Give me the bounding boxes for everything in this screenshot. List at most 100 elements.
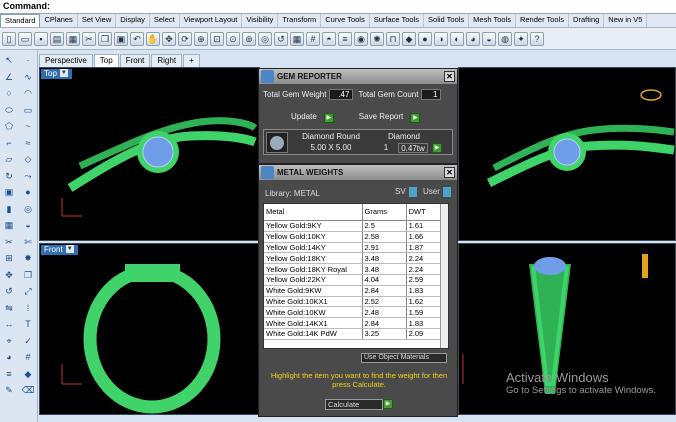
undo-icon[interactable]: ↶ (130, 31, 144, 46)
loft-icon[interactable]: ◇ (20, 152, 36, 166)
table-row[interactable]: Yellow Gold:18KY Royal 3.48 2.24 (264, 263, 443, 275)
menu-tab[interactable]: Curve Tools (321, 14, 370, 27)
move-icon[interactable]: ✥ (162, 31, 176, 46)
grid-tool-icon[interactable]: # (20, 350, 36, 364)
render-icon[interactable]: ◒ (482, 31, 496, 46)
update-arrow-icon[interactable]: ▶ (323, 113, 334, 123)
save-report-arrow-icon[interactable]: ▶ (410, 113, 421, 123)
copy-icon[interactable]: ❐ (98, 31, 112, 46)
rectangle-icon[interactable]: ▭ (20, 103, 36, 117)
close-icon[interactable]: ✕ (444, 71, 455, 82)
menu-tab[interactable]: Set View (78, 14, 117, 27)
mesh-tool-icon[interactable]: ▦ (1, 218, 17, 232)
layer-tool-icon[interactable]: ≡ (1, 367, 17, 381)
circle-icon[interactable]: ○ (1, 86, 17, 100)
revolve-icon[interactable]: ↻ (1, 169, 17, 183)
zoom-window-icon[interactable]: ⊡ (210, 31, 224, 46)
viewport-tab[interactable]: + (183, 54, 200, 67)
close-icon[interactable]: ✕ (444, 167, 455, 178)
viewport-front[interactable]: Front ▼ (39, 243, 260, 415)
viewport-tab[interactable]: Perspective (39, 54, 93, 67)
help-icon[interactable]: ? (530, 31, 544, 46)
sphere-rendered-icon[interactable]: ◑ (434, 31, 448, 46)
viewport-tab[interactable]: Front (119, 54, 151, 67)
open-folder-icon[interactable]: ▭ (18, 31, 32, 46)
fillet-curve-icon[interactable]: ⌐ (1, 136, 17, 150)
zoom-extents-icon[interactable]: ⊙ (226, 31, 240, 46)
split-icon[interactable]: ✂ (1, 235, 17, 249)
car-render-icon[interactable]: ◓ (322, 31, 336, 46)
menu-tab[interactable]: Select (150, 14, 180, 27)
text-icon[interactable]: T (20, 317, 36, 331)
arc-icon[interactable]: ◠ (20, 86, 36, 100)
undo-view-icon[interactable]: ↺ (274, 31, 288, 46)
boolean-icon[interactable]: ◒ (20, 218, 36, 232)
polygon-icon[interactable]: ⬠ (1, 119, 17, 133)
curve-icon[interactable]: ∿ (20, 70, 36, 84)
pan-hand-icon[interactable]: ✋ (146, 31, 160, 46)
update-button[interactable]: Update (287, 112, 321, 124)
gem-tool-icon[interactable]: ◆ (20, 367, 36, 381)
extrude-icon[interactable]: ▱ (1, 152, 17, 166)
explode-icon[interactable]: ✸ (20, 251, 36, 265)
table-row[interactable]: White Gold:14K PdW 3.25 2.09 (264, 328, 443, 340)
paint-icon[interactable]: ✎ (1, 383, 17, 397)
cut-tool-icon[interactable]: ⌫ (20, 383, 36, 397)
render-tool-icon[interactable]: ◕ (1, 350, 17, 364)
copy-tool-icon[interactable]: ❐ (20, 268, 36, 282)
viewport-perspective[interactable] (458, 67, 676, 241)
save-icon[interactable]: ▪ (34, 31, 48, 46)
table-row[interactable]: White Gold:10KX1 2.52 1.62 (264, 296, 443, 308)
command-line[interactable]: Command: (0, 0, 676, 14)
properties-icon[interactable]: ◉ (354, 31, 368, 46)
metal-table-scrollbar[interactable] (440, 204, 448, 348)
gem-list[interactable]: Diamond Round Diamond 5.00 X 5.00 1 0.47… (263, 129, 453, 155)
mirror-icon[interactable]: ⇋ (1, 301, 17, 315)
menu-tab[interactable]: Drafting (569, 14, 605, 27)
gem-arrow-icon[interactable]: ▶ (432, 143, 442, 153)
offset-curve-icon[interactable]: ≈ (20, 136, 36, 150)
sweep-icon[interactable]: ⤳ (20, 169, 36, 183)
viewport-tab[interactable]: Top (93, 54, 119, 67)
menu-tab[interactable]: Standard (0, 14, 41, 27)
viewport-top-label[interactable]: Top ▼ (41, 69, 72, 79)
color-icon[interactable]: ◆ (402, 31, 416, 46)
table-row[interactable]: Yellow Gold:9KY 2.5 1.61 (264, 220, 443, 232)
torus-icon[interactable]: ◎ (20, 202, 36, 216)
table-row[interactable]: Yellow Gold:22KY 4.04 2.59 (264, 274, 443, 286)
cylinder-icon[interactable]: ▮ (1, 202, 17, 216)
environment-icon[interactable]: ◍ (498, 31, 512, 46)
select-icon[interactable]: ↖ (1, 53, 17, 67)
light-bulb-icon[interactable]: ✺ (370, 31, 384, 46)
zoom-selected-icon[interactable]: ⊚ (242, 31, 256, 46)
table-row[interactable]: White Gold:14KX1 2.84 1.83 (264, 317, 443, 329)
new-file-icon[interactable]: ▯ (2, 31, 16, 46)
table-row[interactable]: White Gold:9KW 2.84 1.83 (264, 285, 443, 297)
calculate-button[interactable]: Calculate (325, 399, 383, 410)
menu-tab[interactable]: Visibility (242, 14, 279, 27)
column-header[interactable]: Metal (264, 204, 363, 221)
sphere-shaded-icon[interactable]: ● (418, 31, 432, 46)
column-header[interactable]: Grams (362, 204, 407, 221)
menu-tab[interactable]: Display (116, 14, 150, 27)
box-icon[interactable]: ▣ (1, 185, 17, 199)
polyline-icon[interactable]: ∠ (1, 70, 17, 84)
dimension-icon[interactable]: ↔ (1, 317, 17, 331)
menu-tab[interactable]: Render Tools (516, 14, 570, 27)
menu-tab[interactable]: Transform (278, 14, 322, 27)
ellipse-icon[interactable]: ⬭ (1, 103, 17, 117)
rotate-tool-icon[interactable]: ↺ (1, 284, 17, 298)
menu-tab[interactable]: Solid Tools (424, 14, 470, 27)
menu-tab[interactable]: Surface Tools (370, 14, 425, 27)
trim-icon[interactable]: ✄ (20, 235, 36, 249)
cut-icon[interactable]: ✂ (82, 31, 96, 46)
menu-tab[interactable]: CPlanes (40, 14, 78, 27)
chevron-down-icon[interactable]: ▼ (59, 69, 68, 77)
viewport-tab[interactable]: Right (151, 54, 183, 67)
analyze-icon[interactable]: ⌖ (1, 334, 17, 348)
menu-tab[interactable]: Viewport Layout (180, 14, 243, 27)
calculate-arrow-icon[interactable]: ▶ (383, 399, 393, 409)
move-tool-icon[interactable]: ✥ (1, 268, 17, 282)
material-icon[interactable]: ◐ (450, 31, 464, 46)
sv-toggle[interactable] (409, 187, 417, 197)
